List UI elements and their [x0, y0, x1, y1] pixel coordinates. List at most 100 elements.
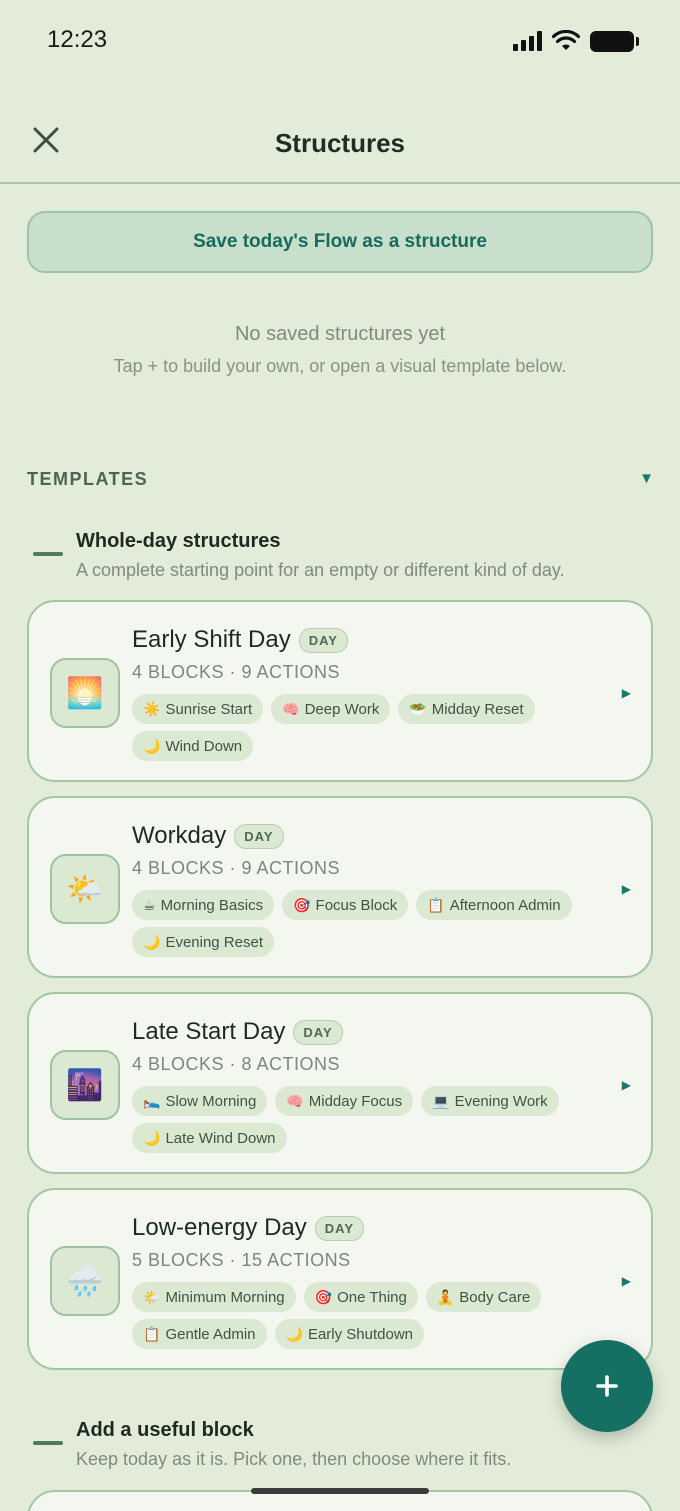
chip-label: Slow Morning: [165, 1093, 257, 1110]
sun-icon: ☀️: [143, 701, 161, 717]
city-dusk-icon: 🌆: [50, 1050, 120, 1120]
empty-state-subtitle: Tap + to build your own, or open a visua…: [113, 356, 567, 376]
block-chip: 🌙 Early Shutdown: [274, 1319, 424, 1349]
block-chip: 🌙 Late Wind Down: [132, 1123, 287, 1153]
templates-collapse-toggle[interactable]: ▼: [639, 470, 654, 487]
moon-icon: 🌙: [143, 934, 161, 950]
battery-icon: [590, 30, 639, 52]
card-meta: 4 BLOCKS · 8 ACTIONS: [132, 1054, 341, 1074]
block-chip: 🧠 Midday Focus: [275, 1086, 414, 1116]
block-chip: ☕ Morning Basics: [132, 890, 275, 920]
chevron-right-icon[interactable]: ▶: [622, 686, 631, 700]
sunrise-icon: 🌅: [50, 658, 120, 728]
moon-icon: 🌙: [285, 1326, 303, 1342]
useful-block-subtitle: Keep today as it is. Pick one, then choo…: [76, 1449, 512, 1469]
block-chips: 🌤️ Minimum Morning 🎯 One Thing 🧘 Body Care …: [132, 1282, 602, 1349]
chip-label: Sunrise Start: [165, 701, 253, 718]
chip-label: Midday Focus: [308, 1093, 403, 1110]
card-meta: 4 BLOCKS · 9 ACTIONS: [132, 858, 341, 878]
chip-label: Midday Reset: [431, 701, 524, 718]
block-chip: 💻 Evening Work: [421, 1086, 559, 1116]
wifi-icon: [552, 30, 580, 50]
meditation-icon: 🧘: [436, 1289, 455, 1305]
status-icons: [513, 30, 639, 52]
chip-label: One Thing: [337, 1289, 407, 1306]
plus-icon: [596, 1375, 618, 1397]
block-chip: 📋 Gentle Admin: [132, 1319, 267, 1349]
block-chip: 🎯 One Thing: [303, 1282, 418, 1312]
bed-icon: 🛌: [143, 1093, 161, 1109]
template-card-low-energy-day[interactable]: 🌧️ Low-energy Day DAY 5 BLOCKS · 15 ACTI…: [27, 1188, 653, 1370]
chip-label: Minimum Morning: [165, 1289, 285, 1306]
day-badge: DAY: [293, 1019, 343, 1045]
sun-behind-cloud-icon: 🌤️: [50, 854, 120, 924]
status-time: 12:23: [47, 26, 108, 53]
chevron-right-icon[interactable]: ▶: [622, 882, 631, 896]
card-title-row: Workday DAY: [132, 822, 284, 850]
chevron-right-icon[interactable]: ▶: [622, 1274, 631, 1288]
template-card-early-shift-day[interactable]: 🌅 Early Shift Day DAY 4 BLOCKS · 9 ACTIO…: [27, 600, 653, 782]
chip-label: Late Wind Down: [165, 1130, 276, 1147]
block-chip: 🧘 Body Care: [425, 1282, 542, 1312]
card-title: Workday: [132, 822, 227, 849]
whole-day-subtitle: A complete starting point for an empty o…: [76, 560, 565, 580]
card-title: Low-energy Day: [132, 1214, 307, 1241]
day-badge: DAY: [314, 1215, 365, 1241]
card-title-row: Late Start Day DAY: [132, 1018, 343, 1046]
group-dash: [33, 552, 63, 556]
chip-label: Early Shutdown: [307, 1326, 413, 1343]
chevron-right-icon[interactable]: ▶: [622, 1078, 631, 1092]
card-title-row: Low-energy Day DAY: [132, 1214, 365, 1242]
chip-label: Wind Down: [165, 738, 243, 755]
home-indicator[interactable]: [251, 1488, 429, 1494]
salad-icon: 🥗: [409, 701, 427, 717]
day-badge: DAY: [298, 627, 348, 653]
empty-state-title: No saved structures yet: [234, 323, 446, 345]
chip-label: Morning Basics: [160, 897, 264, 914]
card-meta: 5 BLOCKS · 15 ACTIONS: [132, 1250, 351, 1270]
block-chip: 🛌 Slow Morning: [132, 1086, 268, 1116]
target-icon: 🎯: [314, 1289, 333, 1305]
page-title: Structures: [274, 128, 406, 158]
block-chips: ☕ Morning Basics 🎯 Focus Block 📋 Afternoon …: [132, 890, 602, 957]
brain-icon: 🧠: [286, 1093, 304, 1109]
chip-label: Focus Block: [315, 897, 398, 914]
card-title-row: Early Shift Day DAY: [132, 626, 348, 654]
useful-block-title: Add a useful block: [76, 1419, 254, 1441]
chip-label: Body Care: [459, 1289, 531, 1306]
chip-label: Evening Work: [454, 1093, 548, 1110]
chip-label: Deep Work: [304, 701, 380, 718]
clipboard-icon: 📋: [143, 1326, 161, 1342]
card-title: Early Shift Day: [132, 626, 291, 653]
app-header: Structures: [0, 100, 680, 184]
group-dash: [33, 1441, 63, 1445]
signal-icon: [513, 31, 542, 51]
block-chip: 🌙 Wind Down: [132, 731, 254, 761]
block-chip: 🧠 Deep Work: [271, 694, 391, 724]
block-chip: 🌙 Evening Reset: [132, 927, 274, 957]
block-chip: ☀️ Sunrise Start: [132, 694, 264, 724]
brain-icon: 🧠: [282, 701, 300, 717]
save-flow-button[interactable]: Save today's Flow as a structure: [27, 211, 653, 273]
block-chip: 🌤️ Minimum Morning: [132, 1282, 296, 1312]
target-icon: 🎯: [293, 897, 311, 913]
rain-cloud-icon: 🌧️: [50, 1246, 120, 1316]
template-card-late-start-day[interactable]: 🌆 Late Start Day DAY 4 BLOCKS · 8 ACTION…: [27, 992, 653, 1174]
card-title: Late Start Day: [132, 1018, 286, 1045]
chip-label: Gentle Admin: [165, 1326, 256, 1343]
coffee-icon: ☕: [143, 897, 156, 913]
clipboard-icon: 📋: [427, 897, 445, 913]
day-badge: DAY: [234, 823, 284, 849]
chip-label: Evening Reset: [165, 934, 263, 951]
add-structure-button[interactable]: [561, 1340, 653, 1432]
moon-icon: 🌙: [143, 738, 161, 754]
block-chip: 🥗 Midday Reset: [398, 694, 535, 724]
template-card-workday[interactable]: 🌤️ Workday DAY 4 BLOCKS · 9 ACTIONS ☕ Mor…: [27, 796, 653, 978]
whole-day-title: Whole-day structures: [76, 530, 281, 552]
chip-label: Afternoon Admin: [449, 897, 561, 914]
block-chip: 📋 Afternoon Admin: [416, 890, 572, 920]
block-chip: 🎯 Focus Block: [282, 890, 409, 920]
card-meta: 4 BLOCKS · 9 ACTIONS: [132, 662, 341, 682]
sun-behind-cloud-icon: 🌤️: [143, 1289, 161, 1305]
block-chips: ☀️ Sunrise Start 🧠 Deep Work 🥗 Midday Reset…: [132, 694, 602, 761]
